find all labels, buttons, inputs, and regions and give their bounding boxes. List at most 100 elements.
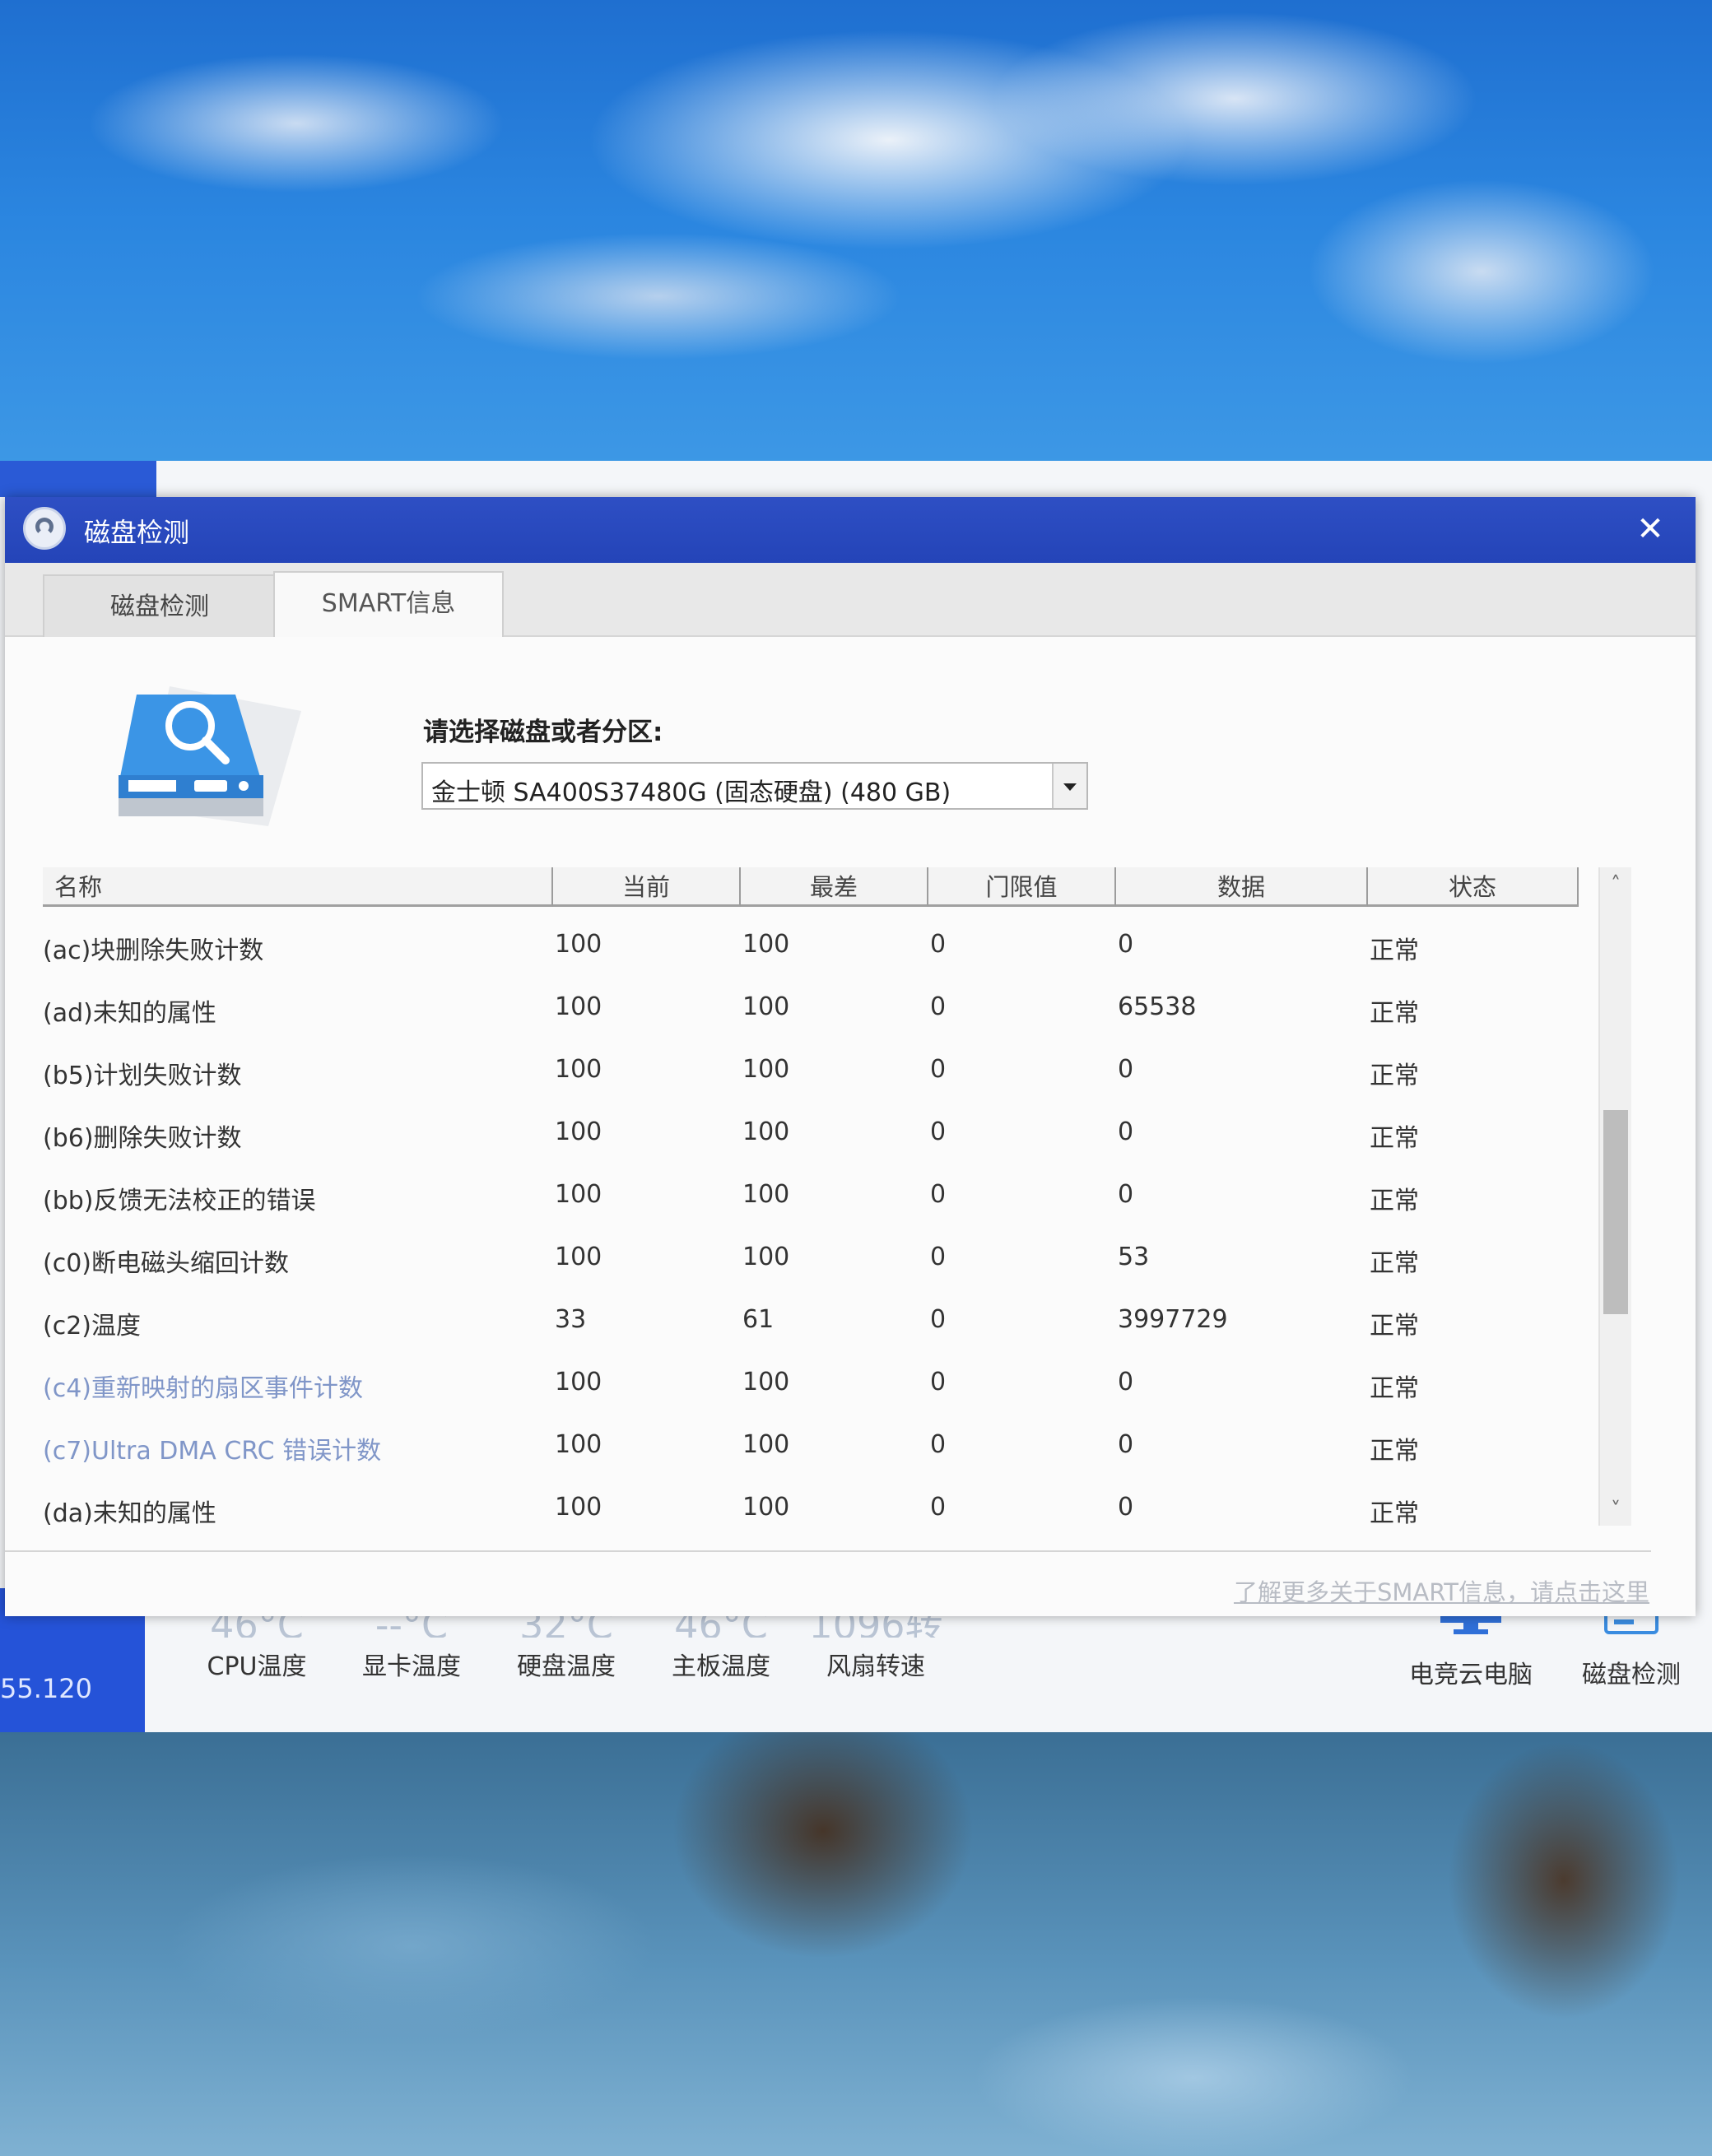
cell-name: (ac)块删除失败计数 <box>43 936 264 965</box>
cell-threshold: 0 <box>930 1430 947 1459</box>
stat-cpu-temp: 46°C CPU温度 <box>179 1605 334 1682</box>
cell-name: (b6)删除失败计数 <box>43 1124 242 1153</box>
hard-disk-search-icon <box>119 686 301 826</box>
cell-current: 100 <box>555 930 602 959</box>
cell-current: 100 <box>555 1180 602 1209</box>
cell-status: 正常 <box>1370 1499 1419 1528</box>
app-logo-icon <box>23 507 66 550</box>
cell-threshold: 0 <box>930 930 947 959</box>
cell-current: 100 <box>555 1243 602 1271</box>
cell-worst: 100 <box>742 992 790 1021</box>
table-row[interactable]: (da)未知的属性 100 100 0 0 正常 <box>43 1480 1590 1542</box>
cell-current: 33 <box>555 1305 587 1334</box>
cell-data: 0 <box>1118 1055 1134 1084</box>
smart-attributes-table: 名称 当前 最差 门限值 数据 状态 (ac)块删除失败计数 100 100 0… <box>43 867 1631 1542</box>
column-header-threshold[interactable]: 门限值 <box>928 867 1116 907</box>
table-row[interactable]: (bb)反馈无法校正的错误 100 100 0 0 正常 <box>43 1167 1590 1229</box>
cell-data: 0 <box>1118 1368 1134 1396</box>
desktop-wallpaper-sky <box>0 0 1712 494</box>
smart-info-help-link[interactable]: 了解更多关于SMART信息，请点击这里 <box>1234 1573 1649 1608</box>
chevron-down-icon[interactable]: ˅ <box>1600 1493 1631 1526</box>
background-app-header-strip <box>0 461 156 497</box>
cell-worst: 61 <box>742 1305 775 1334</box>
cell-worst: 100 <box>742 1493 790 1522</box>
table-row[interactable]: (c2)温度 33 61 0 3997729 正常 <box>43 1292 1590 1354</box>
column-header-status[interactable]: 状态 <box>1368 867 1579 907</box>
table-header: 名称 当前 最差 门限值 数据 状态 <box>43 867 1590 908</box>
chevron-down-icon[interactable] <box>1052 764 1086 808</box>
stat-label: 硬盘温度 <box>517 1652 616 1681</box>
table-row[interactable]: (c7)Ultra DMA CRC 错误计数 100 100 0 0 正常 <box>43 1417 1590 1480</box>
disk-select-label: 请选择磁盘或者分区: <box>423 718 663 747</box>
cell-worst: 100 <box>742 1243 790 1271</box>
cell-status: 正常 <box>1370 1437 1419 1466</box>
table-row[interactable]: (b6)删除失败计数 100 100 0 0 正常 <box>43 1104 1590 1167</box>
cell-data: 0 <box>1118 1180 1134 1209</box>
disk-check-tool-button[interactable]: 磁盘检测 <box>1582 1605 1681 1690</box>
tab-bar: 磁盘检测 SMART信息 <box>5 563 1696 637</box>
ip-address-fragment: 55.120 <box>0 1673 92 1704</box>
table-row[interactable]: (ac)块删除失败计数 100 100 0 0 正常 <box>43 917 1590 979</box>
cell-current: 100 <box>555 1055 602 1084</box>
table-row[interactable]: (c4)重新映射的扇区事件计数 100 100 0 0 正常 <box>43 1354 1590 1417</box>
stat-label: 主板温度 <box>672 1652 770 1681</box>
cell-current: 100 <box>555 992 602 1021</box>
disk-check-dialog: 磁盘检测 ✕ 磁盘检测 SMART信息 请选择磁盘或者分区: 金士顿 SA400… <box>5 497 1696 1616</box>
stat-label: 显卡温度 <box>362 1652 461 1681</box>
cell-current: 100 <box>555 1493 602 1522</box>
cell-status: 正常 <box>1370 1312 1419 1341</box>
table-row[interactable]: (b5)计划失败计数 100 100 0 0 正常 <box>43 1042 1590 1104</box>
cell-name: (da)未知的属性 <box>43 1499 216 1528</box>
cell-status: 正常 <box>1370 1062 1419 1090</box>
disk-select-value: 金士顿 SA400S37480G (固态硬盘) (480 GB) <box>431 778 951 807</box>
chevron-up-icon[interactable]: ˄ <box>1600 867 1631 900</box>
desktop-wallpaper-lake <box>0 1732 1712 2156</box>
scrollbar-thumb[interactable] <box>1603 1110 1628 1314</box>
cell-status: 正常 <box>1370 999 1419 1028</box>
cell-threshold: 0 <box>930 1493 947 1522</box>
cell-data: 0 <box>1118 930 1134 959</box>
close-icon: ✕ <box>1636 510 1664 548</box>
smart-info-panel: 请选择磁盘或者分区: 金士顿 SA400S37480G (固态硬盘) (480 … <box>5 637 1696 1616</box>
column-header-worst[interactable]: 最差 <box>741 867 928 907</box>
cell-data: 0 <box>1118 1493 1134 1522</box>
column-header-data[interactable]: 数据 <box>1116 867 1368 907</box>
column-header-current[interactable]: 当前 <box>553 867 741 907</box>
cell-status: 正常 <box>1370 1249 1419 1278</box>
cell-data: 3997729 <box>1118 1305 1228 1334</box>
dialog-titlebar[interactable]: 磁盘检测 ✕ <box>5 497 1696 563</box>
stat-label: CPU温度 <box>207 1652 307 1681</box>
cell-threshold: 0 <box>930 1180 947 1209</box>
stat-label: 风扇转速 <box>826 1652 925 1681</box>
table-row[interactable]: (ad)未知的属性 100 100 0 65538 正常 <box>43 979 1590 1042</box>
hardware-stats: 46°C CPU温度 --°C 显卡温度 32°C 硬盘温度 46°C 主板温度… <box>179 1605 953 1682</box>
cell-status: 正常 <box>1370 936 1419 965</box>
cell-name: (b5)计划失败计数 <box>43 1062 242 1090</box>
column-header-name[interactable]: 名称 <box>43 867 553 907</box>
stat-disk-temp: 32°C 硬盘温度 <box>489 1605 644 1682</box>
table-row[interactable]: (c0)断电磁头缩回计数 100 100 0 53 正常 <box>43 1229 1590 1292</box>
cloud-pc-tool-button[interactable]: 电竞云电脑 <box>1409 1605 1533 1690</box>
cell-data: 0 <box>1118 1117 1134 1146</box>
cell-current: 100 <box>555 1368 602 1396</box>
tab-smart-info[interactable]: SMART信息 <box>273 571 504 637</box>
cell-status: 正常 <box>1370 1374 1419 1403</box>
cell-current: 100 <box>555 1430 602 1459</box>
cell-threshold: 0 <box>930 1243 947 1271</box>
cell-name: (bb)反馈无法校正的错误 <box>43 1187 316 1215</box>
cell-threshold: 0 <box>930 1305 947 1334</box>
disk-select-dropdown[interactable]: 金士顿 SA400S37480G (固态硬盘) (480 GB) <box>421 762 1088 810</box>
tab-disk-check[interactable]: 磁盘检测 <box>43 574 277 637</box>
table-scrollbar[interactable]: ˄ ˅ <box>1598 867 1631 1526</box>
cell-status: 正常 <box>1370 1187 1419 1215</box>
cell-worst: 100 <box>742 1117 790 1146</box>
stat-board-temp: 46°C 主板温度 <box>644 1605 798 1682</box>
cell-data: 0 <box>1118 1430 1134 1459</box>
cell-name: (c2)温度 <box>43 1312 141 1341</box>
tool-label: 磁盘检测 <box>1582 1661 1681 1689</box>
cell-data: 65538 <box>1118 992 1197 1021</box>
close-button[interactable]: ✕ <box>1630 509 1671 550</box>
cell-threshold: 0 <box>930 1055 947 1084</box>
cell-name: (c4)重新映射的扇区事件计数 <box>43 1374 363 1403</box>
cell-worst: 100 <box>742 1180 790 1209</box>
